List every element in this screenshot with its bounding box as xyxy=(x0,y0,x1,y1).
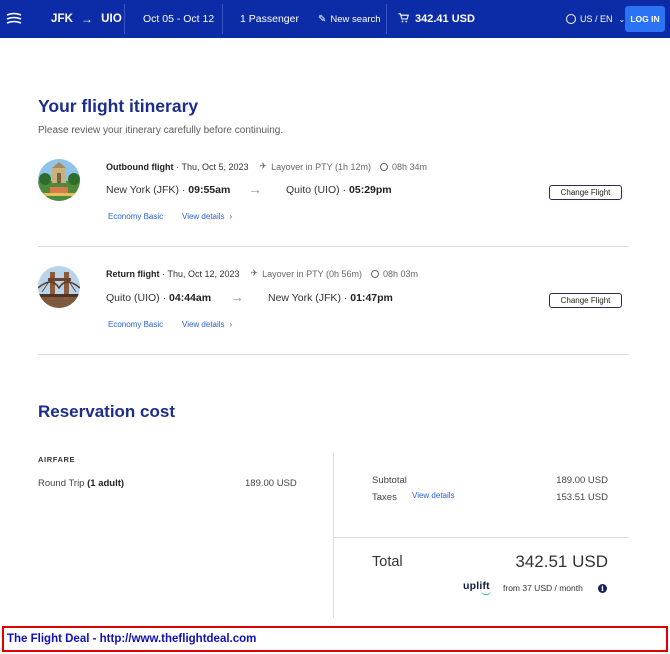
itinerary-subtitle: Please review your itinerary carefully b… xyxy=(38,125,284,136)
view-details-label: View details xyxy=(182,212,225,221)
outbound-departure: New York (JFK) · 09:55am xyxy=(106,184,231,196)
arrow-right-icon: → xyxy=(230,289,244,305)
departure-city: New York (JFK) xyxy=(106,184,179,196)
departure-time: 09:55am xyxy=(188,184,231,196)
route-summary[interactable]: JFK → UIO xyxy=(51,0,122,38)
return-flight-meta: Return flight · Thu, Oct 12, 2023 ✈ Layo… xyxy=(106,268,419,279)
info-icon[interactable]: i xyxy=(598,584,607,593)
clock-icon xyxy=(379,162,388,171)
plane-icon: ✈ xyxy=(259,161,268,171)
top-bar: JFK → UIO Oct 05 - Oct 12 1 Passenger ✎ … xyxy=(0,0,670,38)
return-destination-photo xyxy=(38,266,80,308)
arrival-city: New York (JFK) xyxy=(268,292,341,304)
arrival-time: 01:47pm xyxy=(350,292,393,304)
taxes-label: Taxes xyxy=(372,492,397,503)
clock-icon xyxy=(370,269,379,278)
uplift-monthly-offer: from 37 USD / month xyxy=(503,583,583,593)
outbound-links: Economy Basic View details › xyxy=(108,212,232,221)
itinerary-title: Your flight itinerary xyxy=(38,96,199,116)
divider xyxy=(333,453,334,618)
globe-icon xyxy=(566,14,576,24)
travel-dates[interactable]: Oct 05 - Oct 12 xyxy=(143,0,214,38)
chevron-right-icon: › xyxy=(229,320,233,329)
view-details-link[interactable]: View details › xyxy=(182,212,232,221)
departure-time: 04:44am xyxy=(169,292,212,304)
destination-code: UIO xyxy=(101,13,122,25)
trip-price: 189.00 USD xyxy=(245,478,297,489)
pencil-icon: ✎ xyxy=(318,13,327,25)
promo-banner: The Flight Deal - http://www.theflightde… xyxy=(2,626,668,652)
airfare-heading: AIRFARE xyxy=(38,455,76,464)
divider xyxy=(333,537,629,538)
taxes-view-details-link[interactable]: View details xyxy=(412,491,455,500)
subtotal-value: 189.00 USD xyxy=(556,475,608,486)
return-departure: Quito (UIO) · 04:44am xyxy=(106,292,212,304)
uplift-smile-icon xyxy=(481,591,491,595)
departure-city: Quito (UIO) xyxy=(106,292,160,304)
fare-type-link[interactable]: Economy Basic xyxy=(108,212,163,221)
view-details-label: View details xyxy=(182,320,225,329)
divider xyxy=(38,354,629,355)
trip-type-label: Round Trip xyxy=(38,478,85,489)
trip-type: Round Trip (1 adult) xyxy=(38,478,124,489)
arrival-time: 05:29pm xyxy=(349,184,392,196)
new-search-label: New search xyxy=(330,13,381,25)
view-details-link[interactable]: View details › xyxy=(182,320,232,329)
origin-code: JFK xyxy=(51,13,74,25)
locale-label: US / EN xyxy=(580,14,613,24)
passenger-count[interactable]: 1 Passenger xyxy=(240,0,299,38)
airline-logo-icon[interactable] xyxy=(6,0,24,38)
banner-text: The Flight Deal - http://www.theflightde… xyxy=(7,633,257,645)
fare-type-link[interactable]: Economy Basic xyxy=(108,320,163,329)
divider xyxy=(222,4,223,34)
cart-total: 342.41 USD xyxy=(415,13,475,25)
outbound-arrival: Quito (UIO) · 05:29pm xyxy=(286,184,392,196)
flight-duration: 08h 03m xyxy=(382,268,419,279)
outbound-destination-photo xyxy=(38,159,80,201)
uplift-logo[interactable]: uplift xyxy=(463,580,491,595)
total-label: Total xyxy=(372,554,403,570)
cart-total-button[interactable]: 342.41 USD xyxy=(398,0,475,38)
change-return-flight-button[interactable]: Change Flight xyxy=(549,293,622,308)
new-search-button[interactable]: ✎ New search xyxy=(318,0,381,38)
flight-date: Thu, Oct 12, 2023 xyxy=(167,268,240,279)
traveller-count: (1 adult) xyxy=(87,478,125,489)
return-links: Economy Basic View details › xyxy=(108,320,232,329)
arrow-right-icon: → xyxy=(248,181,262,197)
subtotal-label: Subtotal xyxy=(372,475,407,486)
divider xyxy=(386,4,387,34)
arrival-city: Quito (UIO) xyxy=(286,184,340,196)
layover-info: Layover in PTY (1h 12m) xyxy=(271,161,371,172)
plane-icon: ✈ xyxy=(250,268,259,278)
flight-type-label: Return flight xyxy=(106,268,160,279)
chevron-right-icon: › xyxy=(229,212,233,221)
cart-icon xyxy=(398,12,410,26)
total-value: 342.51 USD xyxy=(515,552,608,571)
arrow-right-icon: → xyxy=(81,12,94,26)
locale-selector[interactable]: US / EN ⌄ xyxy=(566,0,625,38)
flight-duration: 08h 34m xyxy=(391,161,427,172)
layover-info: Layover in PTY (0h 56m) xyxy=(262,268,362,279)
flight-type-label: Outbound flight xyxy=(106,161,174,172)
login-button[interactable]: LOG IN xyxy=(625,6,665,32)
outbound-flight-meta: Outbound flight · Thu, Oct 5, 2023 ✈ Lay… xyxy=(106,161,427,172)
taxes-value: 153.51 USD xyxy=(556,492,608,503)
reservation-cost-title: Reservation cost xyxy=(38,402,175,421)
divider xyxy=(124,4,125,34)
change-outbound-flight-button[interactable]: Change Flight xyxy=(549,185,622,200)
divider xyxy=(38,246,629,247)
return-arrival: New York (JFK) · 01:47pm xyxy=(268,292,393,304)
flight-date: Thu, Oct 5, 2023 xyxy=(181,161,249,172)
